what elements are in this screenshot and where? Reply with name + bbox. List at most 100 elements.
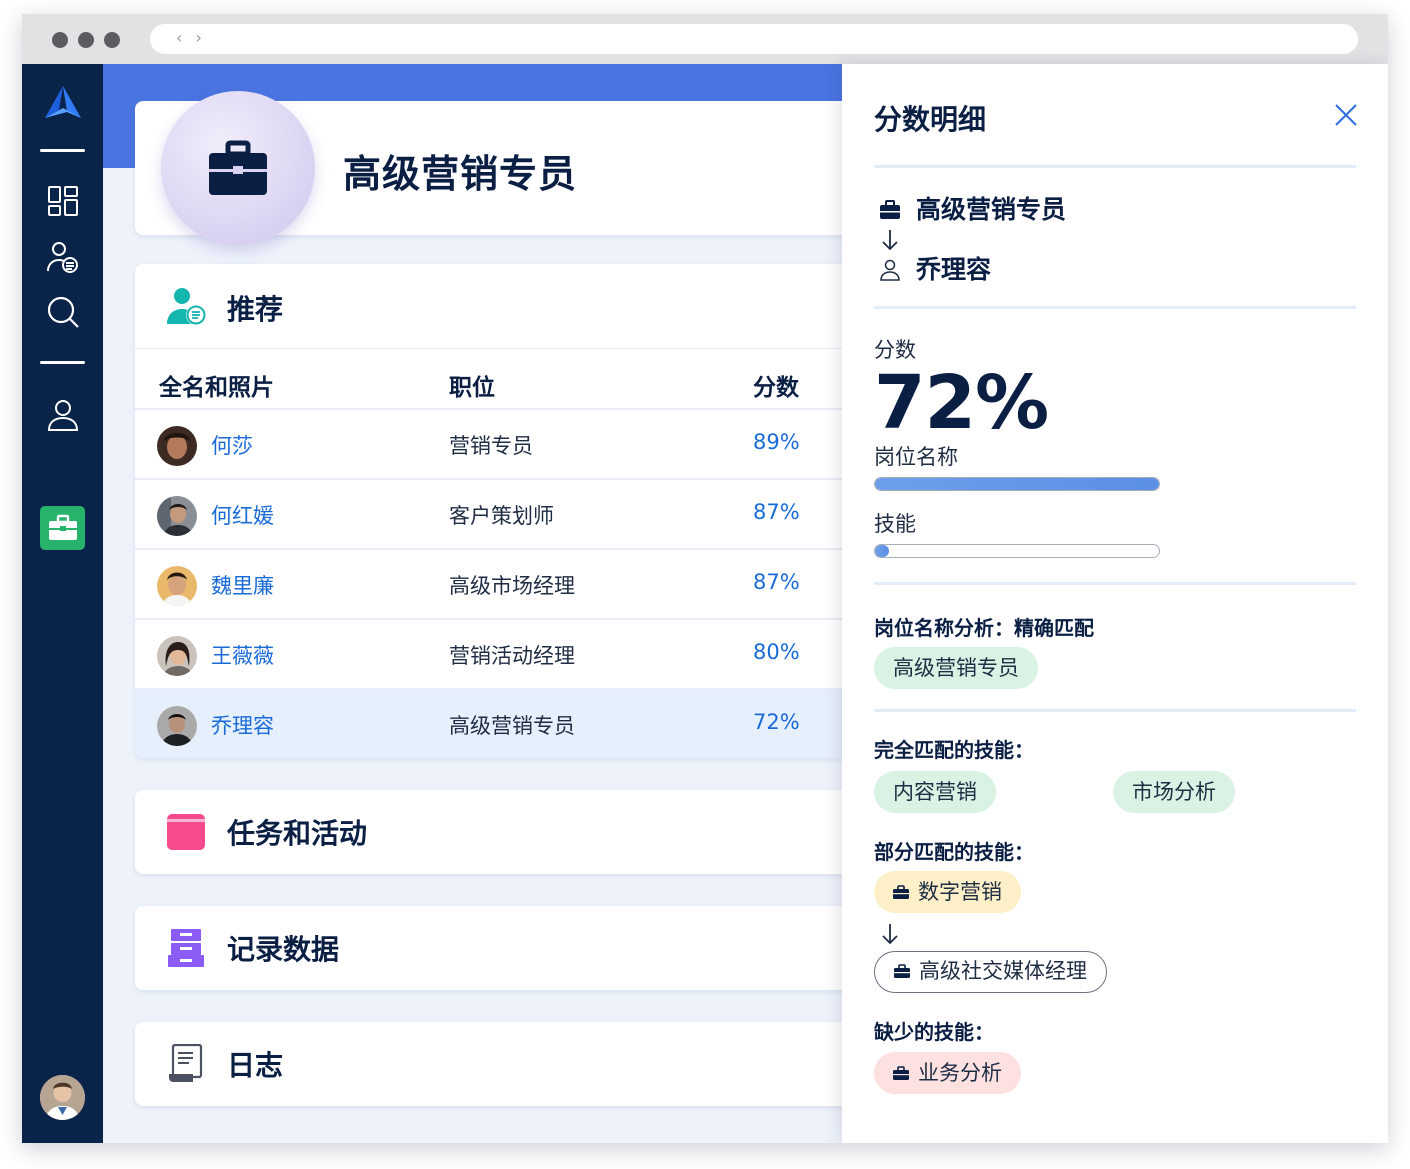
tasks-title: 任务和活动 (227, 817, 368, 850)
panel-divider (874, 306, 1356, 309)
title-analysis-heading: 岗位名称分析：精确匹配 (874, 616, 1094, 640)
briefcase-icon (893, 872, 909, 899)
scroll-document-icon (165, 1042, 207, 1086)
skills-match-bar (874, 544, 1160, 558)
table-row[interactable]: 魏里廉 高级市场经理 87% (135, 548, 845, 618)
avatar (157, 426, 197, 466)
sidebar (22, 64, 103, 1143)
search-icon[interactable] (42, 291, 84, 333)
recommendations-title: 推荐 (227, 293, 284, 326)
title-match-bar (874, 477, 1160, 491)
skill-chip: 内容营销 (874, 771, 996, 813)
missing-skill-name: 业务分析 (918, 1061, 1002, 1085)
candidate-name-link[interactable]: 王薇薇 (211, 640, 274, 670)
user-icon (879, 259, 901, 281)
avatar (157, 496, 197, 536)
candidate-position: 营销活动经理 (449, 644, 575, 668)
app-window: ‹ › 高级营销专员 推荐 全名和照片 职位 分数 何莎 营销专员 89% 何红… (22, 14, 1388, 1143)
table-row[interactable]: 王薇薇 营销活动经理 80% (135, 618, 845, 688)
avatar (157, 636, 197, 676)
recommend-user-icon (165, 284, 207, 328)
partial-match-heading: 部分匹配的技能： (874, 840, 1034, 864)
panel-job-title: 高级营销专员 (916, 195, 1067, 224)
briefcase-icon (894, 953, 910, 978)
briefcase-icon (893, 1053, 909, 1080)
briefcase-icon (879, 199, 901, 221)
table-row-selected[interactable]: 乔理容 高级营销专员 72% (135, 688, 845, 758)
close-icon[interactable] (1331, 100, 1361, 130)
arrow-down-icon (881, 228, 899, 252)
candidate-score: 87% (753, 570, 800, 594)
candidate-score: 80% (753, 640, 800, 664)
window-control-dot[interactable] (52, 32, 68, 48)
sidebar-divider (40, 361, 85, 364)
candidate-score: 72% (753, 710, 800, 734)
browser-titlebar: ‹ › (22, 14, 1388, 64)
avatar (157, 566, 197, 606)
candidate-name-link[interactable]: 乔理容 (211, 710, 274, 740)
log-card[interactable]: 日志 (135, 1022, 845, 1106)
partial-skill-target-chip: 高级社交媒体经理 (874, 951, 1107, 993)
panel-divider (874, 709, 1356, 712)
title-bar-label: 岗位名称 (874, 445, 958, 469)
candidate-list-icon[interactable] (42, 236, 84, 278)
partial-skill-chip: 数字营销 (874, 871, 1021, 913)
candidate-name-link[interactable]: 何红媛 (211, 500, 274, 530)
avatar (157, 706, 197, 746)
sidebar-divider (40, 149, 85, 152)
candidate-position: 营销专员 (449, 434, 533, 458)
job-badge (161, 91, 315, 245)
score-value: 72% (874, 360, 1049, 446)
job-header-card: 高级营销专员 (135, 91, 845, 245)
briefcase-icon (48, 514, 77, 540)
panel-divider (874, 165, 1356, 168)
calendar-icon (165, 810, 207, 854)
address-bar[interactable]: ‹ › (150, 24, 1358, 54)
missing-skills-heading: 缺少的技能： (874, 1020, 994, 1044)
full-match-heading: 完全匹配的技能： (874, 738, 1034, 762)
nav-arrows-icon[interactable]: ‹ › (176, 28, 206, 47)
window-control-dot[interactable] (104, 32, 120, 48)
briefcase-icon (209, 140, 267, 195)
candidate-score: 89% (753, 430, 800, 454)
skills-match-bar-fill (875, 545, 890, 557)
candidate-position: 高级市场经理 (449, 574, 575, 598)
skills-bar-label: 技能 (874, 512, 916, 536)
job-title: 高级营销专员 (343, 152, 578, 196)
table-row[interactable]: 何莎 营销专员 89% (135, 408, 845, 478)
archive-box-icon (165, 926, 207, 970)
candidate-position: 高级营销专员 (449, 714, 575, 738)
arrow-down-icon (881, 922, 899, 946)
current-user-avatar[interactable] (40, 1075, 85, 1120)
recommendations-card: 推荐 全名和照片 职位 分数 何莎 营销专员 89% 何红媛 客户策划师 87% (135, 264, 845, 758)
main-content: 高级营销专员 推荐 全名和照片 职位 分数 何莎 营销专员 89% 何红媛 客户… (103, 64, 845, 1143)
score-detail-panel: 分数明细 高级营销专员 乔理容 分数 72% 岗位名称 技能 岗位名称分析：精确… (842, 64, 1388, 1143)
app-logo-icon[interactable] (40, 82, 86, 124)
candidate-position: 客户策划师 (449, 504, 554, 528)
jobs-nav-item[interactable] (40, 506, 85, 550)
window-control-dot[interactable] (78, 32, 94, 48)
tasks-card[interactable]: 任务和活动 (135, 790, 845, 874)
candidate-score: 87% (753, 500, 800, 524)
dashboard-icon[interactable] (42, 180, 84, 222)
partial-skill-to: 高级社交媒体经理 (919, 959, 1087, 983)
column-header-score: 分数 (753, 375, 799, 401)
table-row[interactable]: 何红媛 客户策划师 87% (135, 478, 845, 548)
partial-skill-from: 数字营销 (918, 880, 1002, 904)
title-match-chip: 高级营销专员 (874, 647, 1038, 689)
skill-chip: 市场分析 (1113, 771, 1235, 813)
candidate-name-link[interactable]: 何莎 (211, 430, 253, 460)
panel-title: 分数明细 (874, 103, 987, 136)
missing-skill-chip: 业务分析 (874, 1052, 1021, 1094)
candidate-name-link[interactable]: 魏里廉 (211, 570, 274, 600)
user-profile-icon[interactable] (42, 394, 84, 436)
log-title: 日志 (227, 1049, 284, 1082)
records-card[interactable]: 记录数据 (135, 906, 845, 990)
panel-candidate-name: 乔理容 (916, 255, 992, 284)
column-header-name: 全名和照片 (159, 375, 274, 401)
records-title: 记录数据 (227, 933, 340, 966)
recommendations-divider (135, 348, 845, 349)
title-match-bar-fill (875, 478, 1159, 490)
panel-divider (874, 582, 1356, 585)
column-header-position: 职位 (449, 375, 495, 401)
